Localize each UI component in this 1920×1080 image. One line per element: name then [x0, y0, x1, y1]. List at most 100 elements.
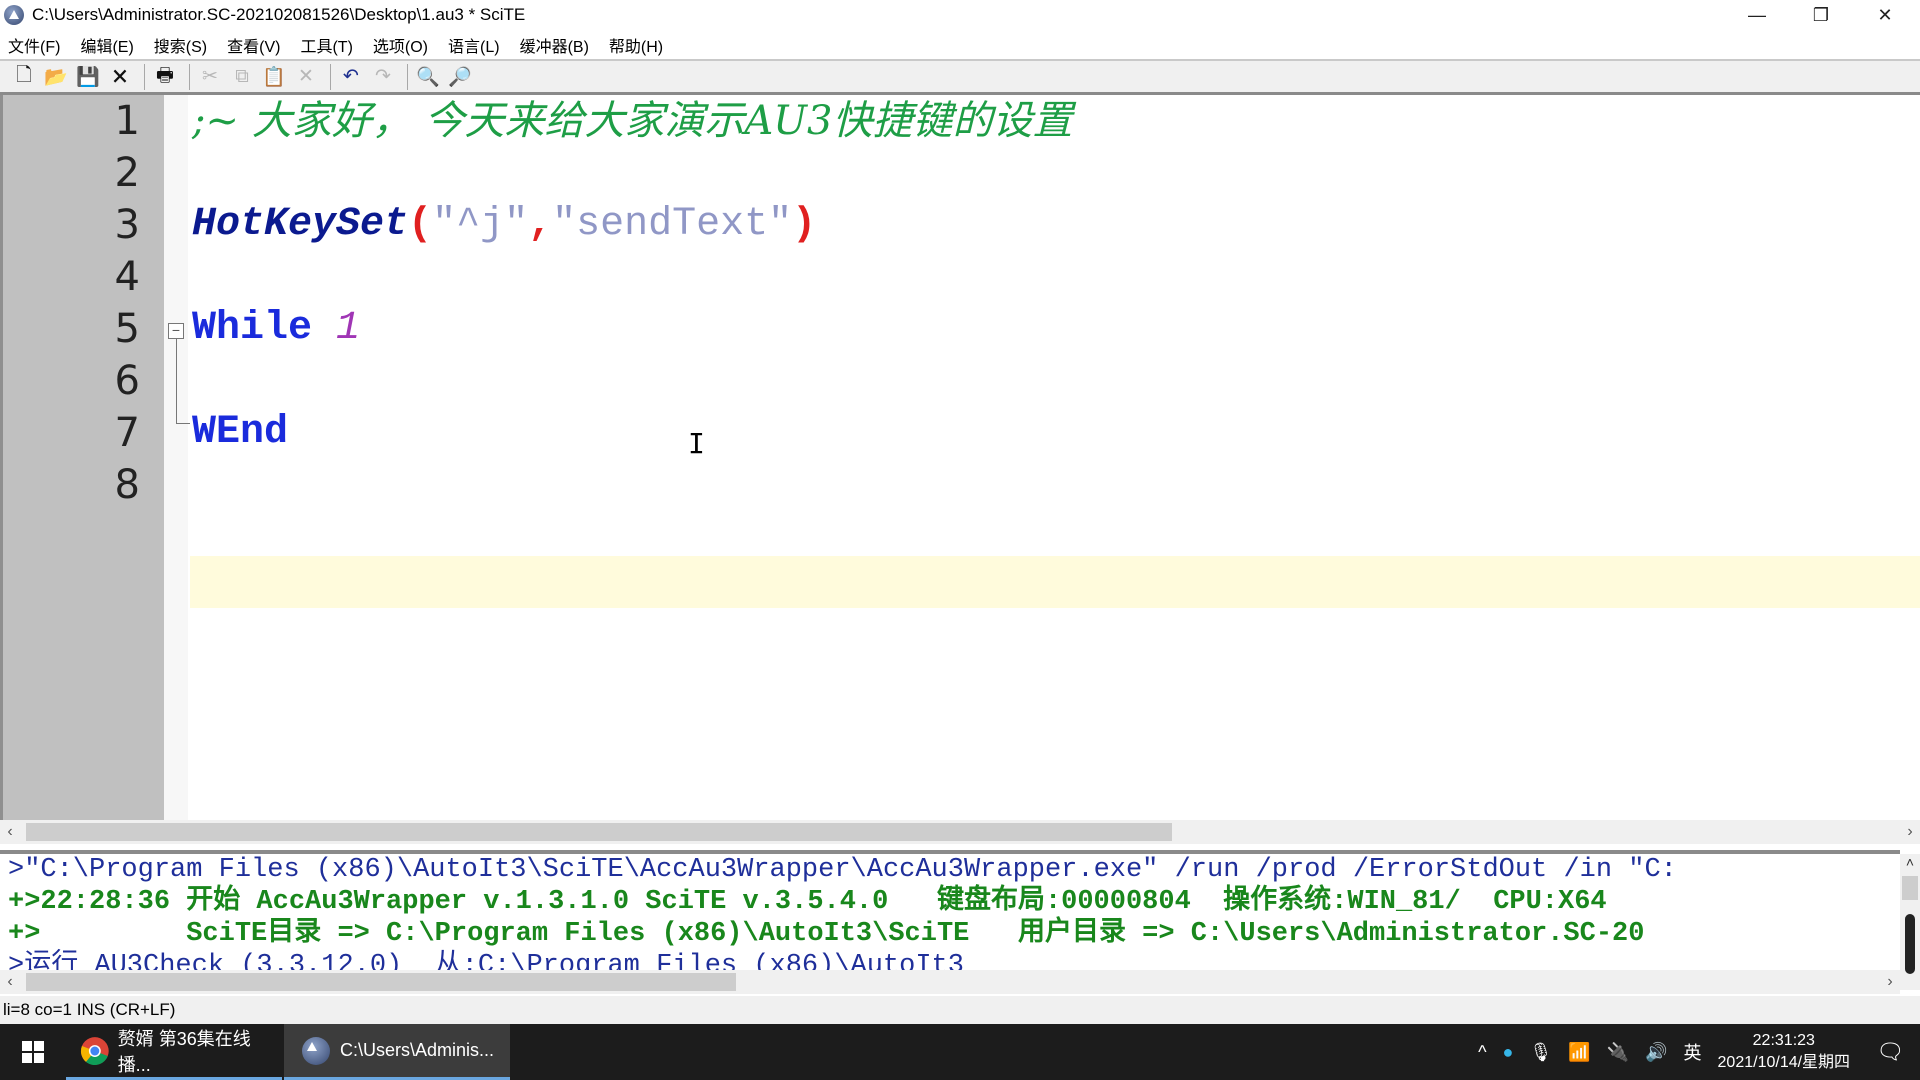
- editor-horizontal-scrollbar[interactable]: ‹ ›: [0, 820, 1920, 844]
- battery-icon[interactable]: 🔌: [1607, 1042, 1629, 1063]
- clock-date: 2021/10/14/星期四: [1717, 1054, 1851, 1071]
- menu-bar: 文件(F) 编辑(E) 搜索(S) 查看(V) 工具(T) 选项(O) 语言(L…: [0, 31, 1920, 59]
- status-bar: li=8 co=1 INS (CR+LF): [0, 996, 1920, 1024]
- task-label: 赘婿 第36集在线播...: [117, 1028, 251, 1075]
- network-icon[interactable]: 📶: [1568, 1042, 1590, 1063]
- output-line: +>22:28:36 开始 AccAu3Wrapper v.1.3.1.0 Sc…: [8, 887, 1607, 917]
- code-line-8: 8: [0, 459, 1920, 511]
- comment-text: ;~ 大家好， 今天来给大家演示AU3快捷键的设置: [192, 98, 1073, 144]
- toolbar-separator: [144, 63, 145, 90]
- output-vertical-scrollbar[interactable]: ˄: [1900, 854, 1920, 990]
- while-keyword: While: [192, 306, 313, 351]
- current-line-highlight: [190, 556, 1920, 608]
- menu-search[interactable]: 搜索(S): [154, 33, 207, 57]
- minimize-button[interactable]: —: [1726, 0, 1788, 30]
- title-bar: C:\Users\Administrator.SC-202102081526\D…: [0, 0, 1920, 30]
- fold-line: [176, 339, 177, 423]
- taskbar-chrome-window[interactable]: 赘婿 第36集在线播...: [66, 1024, 282, 1080]
- line-number: 8: [114, 462, 140, 508]
- scrollbar-thumb[interactable]: [26, 823, 1172, 841]
- line-number: 5: [114, 306, 140, 352]
- window-title: C:\Users\Administrator.SC-202102081526\D…: [32, 5, 526, 24]
- hotkeyset-statement: HotKeySet("^j","sendText"): [192, 199, 816, 251]
- chrome-icon: [80, 1036, 109, 1065]
- paste-icon[interactable]: 📋: [260, 63, 288, 91]
- windows-taskbar: 赘婿 第36集在线播... C:\Users\Adminis... ^ ● 🎙 …: [0, 1024, 1920, 1080]
- line-number: 1: [114, 98, 140, 144]
- line-number: 4: [114, 254, 140, 300]
- scroll-right-icon[interactable]: ›: [1900, 820, 1920, 844]
- scrollbar-thumb[interactable]: [1902, 876, 1918, 900]
- save-icon[interactable]: 💾: [74, 63, 102, 91]
- camera-app-icon[interactable]: ●: [1503, 1042, 1514, 1063]
- scite-app-icon: [4, 5, 24, 25]
- menu-edit[interactable]: 编辑(E): [80, 33, 133, 57]
- toolbar-separator: [330, 63, 331, 90]
- close-paren: ): [792, 202, 817, 247]
- code-line-7: 7 WEnd: [0, 407, 1920, 459]
- scroll-up-icon[interactable]: ˄: [1900, 854, 1920, 870]
- delete-icon[interactable]: ✕: [292, 63, 320, 91]
- output-horizontal-scrollbar[interactable]: ‹ ›: [0, 970, 1900, 994]
- scroll-left-icon[interactable]: ‹: [0, 970, 20, 994]
- microphone-icon[interactable]: 🎙: [1529, 1042, 1552, 1063]
- line-number: 2: [114, 150, 140, 196]
- find-icon[interactable]: 🔍: [414, 63, 442, 91]
- number-literal: 1: [336, 306, 361, 351]
- start-button[interactable]: [0, 1024, 66, 1080]
- string-arg-1: "^j": [432, 202, 529, 247]
- line-number: 3: [114, 202, 140, 248]
- string-arg-2: "sendText": [552, 202, 793, 247]
- close-button[interactable]: ✕: [1854, 0, 1916, 30]
- open-folder-icon[interactable]: 📂: [42, 63, 70, 91]
- clock[interactable]: 22:31:23 2021/10/14/星期四: [1718, 1030, 1851, 1074]
- fold-end-marker: [176, 423, 190, 424]
- taskbar-scite-window[interactable]: C:\Users\Adminis...: [284, 1024, 510, 1080]
- wend-keyword: WEnd: [192, 410, 289, 455]
- code-line-5: 5 While 1: [0, 303, 1920, 355]
- print-icon[interactable]: 🖶: [151, 63, 179, 91]
- windows-logo-icon: [22, 1041, 44, 1063]
- code-line-6: 6: [0, 355, 1920, 407]
- volume-icon[interactable]: 🔊: [1645, 1042, 1667, 1063]
- output-pane[interactable]: >"C:\Program Files (x86)\AutoIt3\SciTE\A…: [0, 850, 1900, 970]
- scrollbar-handle[interactable]: [1905, 914, 1915, 974]
- restore-button[interactable]: ❐: [1790, 0, 1852, 30]
- toolbar-separator: [407, 63, 408, 90]
- close-file-icon[interactable]: 🗙: [106, 63, 134, 91]
- scite-icon: [302, 1036, 330, 1065]
- code-editor[interactable]: 1 ;~ 大家好， 今天来给大家演示AU3快捷键的设置 2 3 HotKeySe…: [0, 95, 1920, 820]
- show-hidden-icons-chevron[interactable]: ^: [1478, 1042, 1486, 1063]
- code-line-3: 3 HotKeySet("^j","sendText"): [0, 199, 1920, 251]
- code-line-4: 4: [0, 251, 1920, 303]
- notification-center-icon[interactable]: 🗨: [1876, 1039, 1904, 1065]
- redo-icon[interactable]: ↷: [369, 63, 397, 91]
- menu-options[interactable]: 选项(O): [373, 33, 428, 57]
- while-statement: While 1: [192, 303, 360, 355]
- code-line-2: 2: [0, 147, 1920, 199]
- comma: ,: [528, 202, 553, 247]
- menu-file[interactable]: 文件(F): [8, 33, 60, 57]
- function-name: HotKeySet: [192, 202, 409, 247]
- menu-tools[interactable]: 工具(T): [300, 33, 352, 57]
- clock-time: 22:31:23: [1752, 1032, 1815, 1049]
- replace-icon[interactable]: 🔎: [446, 63, 474, 91]
- scroll-right-icon[interactable]: ›: [1880, 970, 1900, 994]
- undo-icon[interactable]: ↶: [337, 63, 365, 91]
- menu-help[interactable]: 帮助(H): [609, 33, 663, 57]
- open-paren: (: [408, 202, 433, 247]
- copy-icon[interactable]: ⧉: [228, 63, 256, 91]
- scrollbar-thumb[interactable]: [26, 973, 736, 991]
- code-line-1: 1 ;~ 大家好， 今天来给大家演示AU3快捷键的设置: [0, 95, 1920, 147]
- text-cursor-icon: I: [688, 427, 705, 460]
- menu-view[interactable]: 查看(V): [227, 33, 280, 57]
- new-file-icon[interactable]: 🗋: [10, 63, 38, 91]
- cut-icon[interactable]: ✂: [196, 63, 224, 91]
- scroll-left-icon[interactable]: ‹: [0, 820, 20, 844]
- ime-indicator[interactable]: 英: [1684, 1039, 1702, 1065]
- menu-buffers[interactable]: 缓冲器(B): [520, 33, 589, 57]
- line-number: 7: [114, 410, 140, 456]
- menu-language[interactable]: 语言(L): [448, 33, 500, 57]
- fold-toggle-icon[interactable]: −: [168, 323, 184, 339]
